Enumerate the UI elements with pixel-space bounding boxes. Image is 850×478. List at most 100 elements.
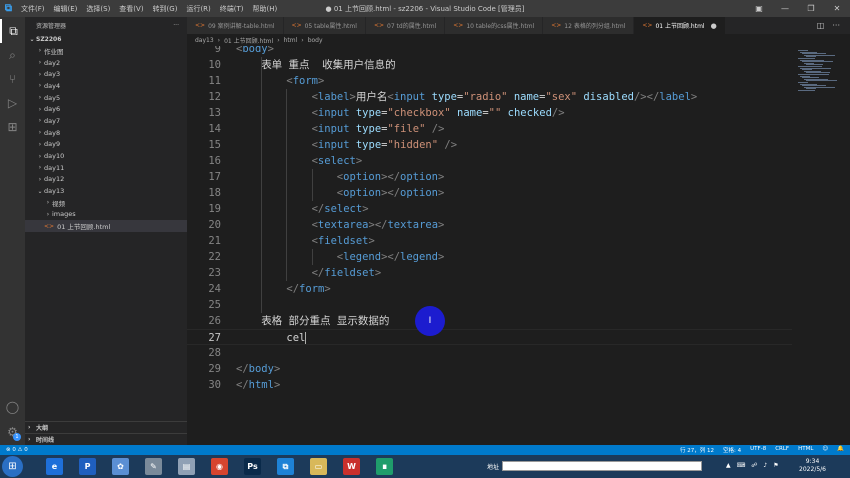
token-txt: 表格 部分重点 显示数据的 <box>261 315 390 327</box>
tree-folder[interactable]: › day4 <box>25 80 187 92</box>
menu-item[interactable]: 运行(R) <box>186 4 210 14</box>
run-debug-icon[interactable]: ▷ <box>0 91 25 115</box>
account-icon[interactable]: ◯ <box>0 395 25 419</box>
feedback-icon[interactable]: ☺ <box>822 446 828 454</box>
network-icon[interactable]: ✿ <box>112 458 129 475</box>
token-brk: </ <box>236 379 249 391</box>
code-line: 18 <option></option> <box>187 185 792 201</box>
problems-indicator[interactable]: ⊗ 0 ⚠ 0 <box>6 447 28 453</box>
breadcrumb-item[interactable]: body <box>308 37 323 44</box>
flag-icon[interactable]: ⚑ <box>773 462 778 469</box>
vscode-icon[interactable]: ⧉ <box>277 458 294 475</box>
line-ending[interactable]: CRLF <box>775 446 789 454</box>
tree-file[interactable]: <> 01 上节回顾.html <box>25 220 187 232</box>
tree-folder[interactable]: › images <box>25 209 187 221</box>
unsaved-dot-icon[interactable]: ● <box>711 22 717 30</box>
text-cursor-icon: I <box>428 316 432 326</box>
address-input[interactable] <box>502 461 702 471</box>
encoding[interactable]: UTF-8 <box>750 446 766 454</box>
tree-folder[interactable]: › day6 <box>25 103 187 115</box>
editor-tab[interactable]: <> 07 td的属性.html <box>365 17 446 34</box>
tree-folder[interactable]: › 视频 <box>25 197 187 209</box>
file-tree: › 作业图 › day2 › day3 › day4 › day5 › day6 › day7 › day8 ›… <box>25 45 187 232</box>
menu-item[interactable]: 文件(F) <box>21 4 45 14</box>
chrome-icon[interactable]: ◉ <box>211 458 228 475</box>
editor-tab[interactable]: <> 12 表格的列分组.html <box>543 17 635 34</box>
folder-icon[interactable]: ▭ <box>310 458 327 475</box>
menu-item[interactable]: 终端(T) <box>220 4 244 14</box>
code-editor[interactable]: 9 <body> 10 表单 重点 收集用户信息的 11 <form> 12 <label>用… <box>187 46 792 445</box>
code-line: 10 表单 重点 收集用户信息的 <box>187 57 792 73</box>
tree-folder[interactable]: › day11 <box>25 162 187 174</box>
minimize-button[interactable]: — <box>772 0 798 17</box>
extensions-icon[interactable]: ⊞ <box>0 115 25 139</box>
settings-gear-icon[interactable]: ⚙ 1 <box>0 420 25 444</box>
editor-tab[interactable]: <> 05 table属性.html <box>283 17 366 34</box>
breadcrumb-item[interactable]: 01 上节回顾.html <box>224 36 273 45</box>
token-brk: ></ <box>381 187 401 199</box>
tree-folder[interactable]: › day8 <box>25 127 187 139</box>
keyboard-icon[interactable]: ⌨ <box>737 462 746 469</box>
code-text: </body> <box>236 361 280 377</box>
menu-item[interactable]: 选择(S) <box>86 4 110 14</box>
explorer-icon[interactable]: ⧉ <box>0 19 25 43</box>
code-text: 表单 重点 收集用户信息的 <box>261 57 395 73</box>
outline-section[interactable]: › 大纲 <box>25 421 187 432</box>
tree-folder[interactable]: › day2 <box>25 57 187 69</box>
photoshop-icon[interactable]: Ps <box>244 458 261 475</box>
volume-icon[interactable]: ♪ <box>763 462 767 469</box>
indentation[interactable]: 空格: 4 <box>723 446 741 454</box>
line-number: 25 <box>208 299 221 311</box>
document-icon[interactable]: ▤ <box>178 458 195 475</box>
more-icon[interactable]: ··· <box>832 21 840 30</box>
minimap[interactable] <box>792 46 850 445</box>
line-number: 26 <box>208 315 221 327</box>
tree-folder[interactable]: › day7 <box>25 115 187 127</box>
layout-icon[interactable]: ▣ <box>746 0 772 17</box>
split-editor-icon[interactable]: ◫ <box>817 21 825 30</box>
tree-folder[interactable]: › day12 <box>25 174 187 186</box>
tree-item-label: day12 <box>44 175 65 184</box>
timeline-section[interactable]: › 时间线 <box>25 433 187 444</box>
language-mode[interactable]: HTML <box>798 446 813 454</box>
menu-item[interactable]: 转到(G) <box>153 4 178 14</box>
breadcrumb-item[interactable]: day13 <box>195 37 214 44</box>
tray-arrow-icon[interactable]: ▲ <box>726 462 731 469</box>
editor-tab[interactable]: <> 01 上节回顾.html ● <box>634 17 726 34</box>
more-actions-icon[interactable]: ··· <box>173 22 179 29</box>
notes-icon[interactable]: ∎ <box>376 458 393 475</box>
tree-item-label: day3 <box>44 70 61 79</box>
tree-folder[interactable]: › day3 <box>25 68 187 80</box>
source-control-icon[interactable]: ⑂ <box>0 67 25 91</box>
menu-item[interactable]: 帮助(H) <box>253 4 278 14</box>
start-button[interactable]: ⊞ <box>2 456 23 477</box>
cursor-position[interactable]: 行 27，列 12 <box>680 446 714 454</box>
tree-folder[interactable]: ⌄ day13 <box>25 185 187 197</box>
editor-tab[interactable]: <> 09 案例讲解-table.html <box>187 17 284 34</box>
close-button[interactable]: ✕ <box>824 0 850 17</box>
chevron-right-icon: › <box>38 82 42 90</box>
workspace-root[interactable]: ⌄ SZ2206 <box>25 33 187 45</box>
clock[interactable]: 9:34 2022/5/6 <box>799 458 826 474</box>
paint-p-icon[interactable]: P <box>79 458 96 475</box>
tree-folder[interactable]: › 作业图 <box>25 45 187 57</box>
wps-icon[interactable]: W <box>343 458 360 475</box>
token-str: "file" <box>387 123 426 135</box>
notifications-bell-icon[interactable]: 🔔 <box>837 446 844 454</box>
ie-icon[interactable]: e <box>46 458 63 475</box>
menu-item[interactable]: 查看(V) <box>119 4 143 14</box>
token-attr: name <box>513 91 540 103</box>
network-tray-icon[interactable]: ☍ <box>751 462 757 469</box>
tree-folder[interactable]: › day9 <box>25 139 187 151</box>
tree-folder[interactable]: › day10 <box>25 150 187 162</box>
breadcrumb-item[interactable]: html <box>284 37 298 44</box>
chevron-down-icon: ⌄ <box>29 35 35 43</box>
code-line: 27 cel <box>187 329 792 345</box>
tools-icon[interactable]: ✎ <box>145 458 162 475</box>
line-number: 14 <box>208 123 221 135</box>
search-icon[interactable]: ⌕ <box>0 43 25 67</box>
tree-folder[interactable]: › day5 <box>25 92 187 104</box>
menu-item[interactable]: 编辑(E) <box>54 4 78 14</box>
editor-tab[interactable]: <> 10 table的css属性.html <box>445 17 544 34</box>
restore-button[interactable]: ❐ <box>798 0 824 17</box>
